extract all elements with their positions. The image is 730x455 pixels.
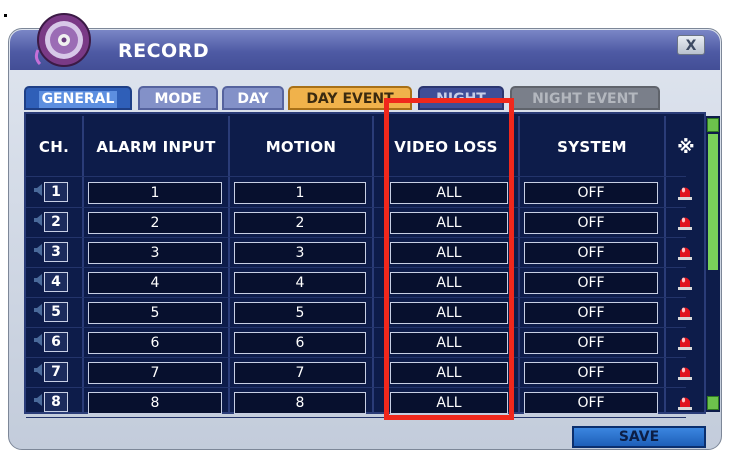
header-motion: MOTION bbox=[265, 138, 337, 156]
row-divider bbox=[26, 237, 686, 238]
motion-field[interactable]: 4 bbox=[234, 272, 366, 294]
close-button[interactable]: X bbox=[677, 35, 705, 55]
row-divider bbox=[26, 357, 686, 358]
speaker-icon bbox=[34, 184, 42, 196]
speaker-icon bbox=[34, 364, 42, 376]
header-alarm-input: ALARM INPUT bbox=[96, 138, 216, 156]
channel-number[interactable]: 8 bbox=[44, 392, 68, 412]
channel-number[interactable]: 1 bbox=[44, 182, 68, 202]
tab-day[interactable]: DAY bbox=[222, 86, 284, 110]
system-field[interactable]: OFF bbox=[524, 182, 658, 204]
alarm-input-field[interactable]: 1 bbox=[88, 182, 222, 204]
system-field[interactable]: OFF bbox=[524, 212, 658, 234]
header-system: SYSTEM bbox=[557, 138, 627, 156]
system-field[interactable]: OFF bbox=[524, 332, 658, 354]
system-field[interactable]: OFF bbox=[524, 392, 658, 414]
system-field[interactable]: OFF bbox=[524, 272, 658, 294]
alarm-input-field[interactable]: 5 bbox=[88, 302, 222, 324]
row-divider bbox=[26, 297, 686, 298]
record-disc-icon bbox=[34, 13, 91, 67]
system-field[interactable]: OFF bbox=[524, 362, 658, 384]
channel-number[interactable]: 4 bbox=[44, 272, 68, 292]
speaker-icon bbox=[34, 274, 42, 286]
row-divider bbox=[26, 207, 686, 208]
motion-field[interactable]: 7 bbox=[234, 362, 366, 384]
channel-number[interactable]: 7 bbox=[44, 362, 68, 382]
alarm-input-field[interactable]: 8 bbox=[88, 392, 222, 414]
row-divider bbox=[26, 327, 686, 328]
motion-field[interactable]: 2 bbox=[234, 212, 366, 234]
channel-number[interactable]: 5 bbox=[44, 302, 68, 322]
video-loss-highlight bbox=[384, 98, 514, 420]
channel-number[interactable]: 6 bbox=[44, 332, 68, 352]
alarm-input-field[interactable]: 7 bbox=[88, 362, 222, 384]
speaker-icon bbox=[34, 214, 42, 226]
system-field[interactable]: OFF bbox=[524, 242, 658, 264]
channel-number[interactable]: 3 bbox=[44, 242, 68, 262]
alarm-input-field[interactable]: 6 bbox=[88, 332, 222, 354]
speaker-icon bbox=[34, 334, 42, 346]
siren-icon[interactable] bbox=[676, 393, 694, 411]
motion-field[interactable]: 8 bbox=[234, 392, 366, 414]
siren-icon[interactable] bbox=[676, 273, 694, 291]
alarm-input-field[interactable]: 4 bbox=[88, 272, 222, 294]
speaker-icon bbox=[34, 394, 42, 406]
tab-general[interactable]: GENERAL bbox=[24, 86, 132, 110]
speaker-icon bbox=[34, 304, 42, 316]
scroll-down-button[interactable] bbox=[707, 396, 719, 410]
save-button[interactable]: SAVE bbox=[572, 426, 706, 448]
row-divider bbox=[26, 387, 686, 388]
header-ch: CH. bbox=[38, 138, 70, 156]
system-field[interactable]: OFF bbox=[524, 302, 658, 324]
siren-icon[interactable] bbox=[676, 303, 694, 321]
siren-icon[interactable] bbox=[676, 183, 694, 201]
siren-icon[interactable] bbox=[676, 213, 694, 231]
stray-dot bbox=[4, 14, 7, 17]
row-divider bbox=[26, 417, 686, 418]
motion-field[interactable]: 3 bbox=[234, 242, 366, 264]
tab-general-label: GENERAL bbox=[38, 91, 118, 108]
motion-field[interactable]: 5 bbox=[234, 302, 366, 324]
channel-number[interactable]: 2 bbox=[44, 212, 68, 232]
speaker-icon bbox=[34, 244, 42, 256]
motion-field[interactable]: 1 bbox=[234, 182, 366, 204]
header-divider bbox=[26, 176, 686, 177]
alarm-input-field[interactable]: 3 bbox=[88, 242, 222, 264]
scrollbar-thumb[interactable] bbox=[708, 134, 718, 270]
scroll-up-button[interactable] bbox=[707, 118, 719, 132]
siren-icon[interactable] bbox=[676, 333, 694, 351]
tab-mode[interactable]: MODE bbox=[138, 86, 218, 110]
row-divider bbox=[26, 267, 686, 268]
tab-night-event: NIGHT EVENT bbox=[510, 86, 660, 110]
siren-icon[interactable] bbox=[676, 243, 694, 261]
motion-field[interactable]: 6 bbox=[234, 332, 366, 354]
siren-icon[interactable] bbox=[676, 363, 694, 381]
header-settings-icon[interactable]: ※ bbox=[666, 118, 706, 176]
title-bar bbox=[10, 30, 720, 70]
alarm-input-field[interactable]: 2 bbox=[88, 212, 222, 234]
window-title: RECORD bbox=[118, 40, 210, 62]
